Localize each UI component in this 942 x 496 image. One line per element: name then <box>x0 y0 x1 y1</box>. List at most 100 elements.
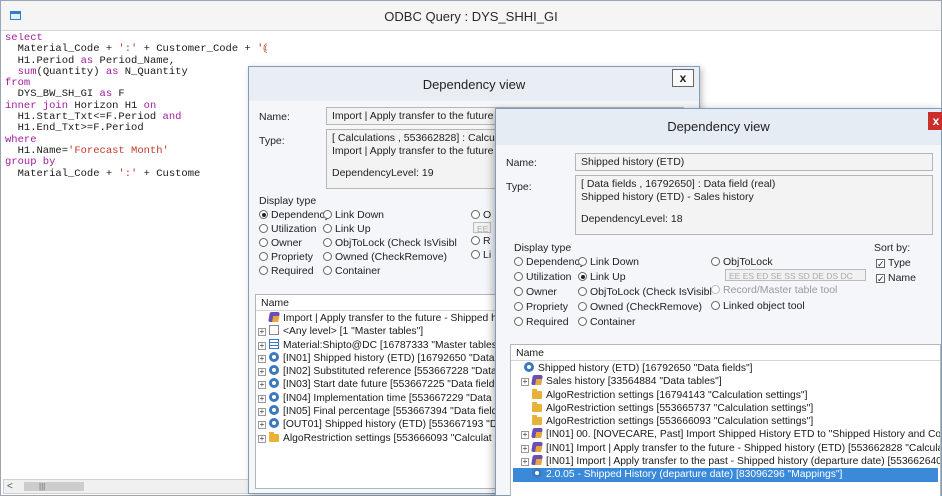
type-line-1: [ Data fields , 16792650] : Data field (… <box>581 178 776 190</box>
gear-icon <box>269 365 279 376</box>
sql-editor[interactable]: select Material_Code + ':' + Customer_Co… <box>5 33 267 478</box>
tree-row-label: [IN04] Implementation time [553667229 "D… <box>283 392 492 404</box>
radio-dot-icon <box>514 257 523 266</box>
link-icon <box>531 441 543 452</box>
expand-icon[interactable]: + <box>258 434 266 443</box>
expand-icon[interactable]: + <box>258 368 266 377</box>
radio-option[interactable]: Link Up <box>578 271 626 283</box>
sql-token: + Custome <box>137 167 201 180</box>
tree-row[interactable]: + [IN01] Import | Apply transfer to the p… <box>513 455 940 468</box>
sql-token: as <box>99 88 113 101</box>
sql-token: ':' <box>118 43 138 56</box>
link-icon <box>531 428 543 439</box>
expand-icon[interactable]: + <box>258 341 266 350</box>
radio-owner[interactable]: Owner <box>259 237 302 249</box>
gear-icon <box>269 405 279 416</box>
radio-dot-icon <box>259 224 268 233</box>
expand-icon[interactable]: + <box>521 431 529 440</box>
expand-icon[interactable]: + <box>258 381 266 390</box>
radio-option[interactable]: Link Up <box>323 223 371 235</box>
sql-line: Material_Code + ':' + Custome <box>5 167 267 180</box>
radio-dot-icon <box>259 266 268 275</box>
type-line-2: Shipped history (ETD) - Sales history <box>581 190 754 203</box>
expand-icon[interactable]: + <box>258 328 266 337</box>
display-type-label: Display type <box>259 195 317 207</box>
radio-option[interactable]: Link Down <box>323 209 384 221</box>
expand-icon[interactable]: + <box>258 421 266 430</box>
radio-linked-object[interactable]: Li <box>471 249 491 261</box>
scroll-left-icon[interactable]: < <box>7 481 13 492</box>
scroll-grip-icon: ||| <box>39 482 46 491</box>
radio-label: Link Down <box>590 256 640 268</box>
radio-option[interactable]: ObjToLock (Check IsVisibl <box>323 237 457 249</box>
sql-token: '@' <box>257 43 267 56</box>
tree-column-header[interactable]: Name <box>511 345 940 361</box>
radio-required[interactable]: Required <box>259 265 314 277</box>
tree-row[interactable]: AlgoRestriction settings [553666093 "Cal… <box>513 415 938 428</box>
radio-record-master-table[interactable]: R <box>471 235 491 247</box>
type-field[interactable]: [ Data fields , 16792650] : Data field (… <box>575 175 933 235</box>
radio-utilization[interactable]: Utilization <box>259 223 317 235</box>
dialog-titlebar[interactable]: Dependency view x <box>496 109 942 145</box>
radio-dot-icon <box>578 257 587 266</box>
expand-icon[interactable]: + <box>521 378 529 387</box>
radio-dot-icon <box>514 317 523 326</box>
folder-icon <box>532 415 542 426</box>
dependency-tree[interactable]: Name Shipped history (ETD) [16792650 "Da… <box>510 344 941 496</box>
radio-option[interactable]: Link Down <box>578 256 639 268</box>
radio-dot-icon <box>578 317 587 326</box>
expand-icon[interactable]: + <box>521 458 529 467</box>
close-button[interactable]: x <box>928 112 942 130</box>
expand-icon[interactable]: + <box>258 354 266 363</box>
sql-token: as <box>105 65 119 78</box>
sql-horizontal-scrollbar[interactable]: < ||| <box>3 479 258 494</box>
sort-type-checkbox[interactable]: ✓ Type <box>876 257 911 269</box>
dependency-view-dialog-front: Dependency view x Name: Shipped history … <box>495 108 942 496</box>
tree-row[interactable]: + [IN01] 00. [NOVECARE, Past] Import Ship… <box>513 428 940 441</box>
tree-row[interactable]: AlgoRestriction settings [16794143 "Calc… <box>513 388 938 402</box>
expand-icon[interactable]: + <box>258 408 266 417</box>
sort-name-checkbox[interactable]: ✓ Name <box>876 272 916 284</box>
radio-propriety[interactable]: Propriety <box>514 301 568 313</box>
radio-required[interactable]: Required <box>514 316 569 328</box>
radio-option[interactable]: Container <box>578 316 636 328</box>
link-icon <box>531 455 543 466</box>
radio-dot-icon <box>323 252 332 261</box>
radio-dependency[interactable]: Dependency <box>514 256 585 268</box>
radio-label: Dependency <box>271 209 330 221</box>
tree-row[interactable]: 2.0.05 - Shipped History (departure date… <box>513 468 938 482</box>
radio-objtolock[interactable]: ObjToLock <box>711 256 773 268</box>
radio-owner[interactable]: Owner <box>514 286 557 298</box>
gear-icon <box>524 362 534 372</box>
radio-label: Link Up <box>335 223 371 235</box>
radio-utilization[interactable]: Utilization <box>514 271 572 283</box>
scroll-thumb[interactable] <box>24 482 84 491</box>
dialog-titlebar[interactable]: Dependency view x <box>249 67 699 101</box>
tree-row[interactable]: Shipped history (ETD) [16792650 "Data fi… <box>513 362 938 375</box>
radio-option[interactable]: ObjToLock (Check IsVisibl <box>578 286 712 298</box>
radio-record-master-table[interactable]: Record/Master table tool <box>711 284 837 296</box>
dialog-title: Dependency view <box>422 77 526 92</box>
radio-linked-object-tool[interactable]: Linked object tool <box>711 300 805 312</box>
tree-row[interactable]: AlgoRestriction settings [553665737 "Cal… <box>513 401 938 415</box>
radio-option[interactable]: Owned (CheckRemove) <box>578 301 702 313</box>
expand-icon[interactable]: + <box>521 444 529 453</box>
radio-objtolock[interactable]: O <box>471 209 491 221</box>
radio-label: Owner <box>271 237 302 249</box>
sql-token: Period_Name, <box>93 54 176 67</box>
radio-label: Container <box>335 265 381 277</box>
expand-icon[interactable]: + <box>258 394 266 403</box>
name-field[interactable]: Shipped history (ETD) <box>575 153 933 171</box>
radio-dependency[interactable]: Dependency <box>259 209 330 221</box>
tree-row[interactable]: + Sales history [33564884 "Data tables"] <box>513 375 938 388</box>
radio-option[interactable]: Owned (CheckRemove) <box>323 251 447 263</box>
sql-token: Material_Code + <box>5 43 119 56</box>
sql-token: + Customer_Code + <box>137 43 258 56</box>
radio-propriety[interactable]: Propriety <box>259 251 313 263</box>
sql-token: Horizon H1 <box>68 99 144 112</box>
close-button[interactable]: x <box>672 69 694 87</box>
tree-row[interactable]: + [IN01] Import | Apply transfer to the f… <box>513 441 940 455</box>
radio-option[interactable]: Container <box>323 265 381 277</box>
